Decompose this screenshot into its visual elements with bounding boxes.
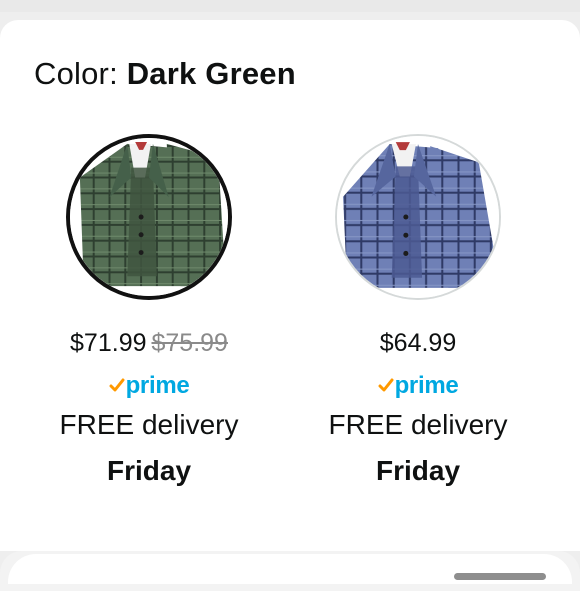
prime-badge: prime <box>378 371 459 401</box>
color-option-dark-green[interactable]: $71.99 $75.99 prime FREE delivery Friday <box>49 134 249 489</box>
color-option-blue[interactable]: $64.99 prime FREE delivery Friday <box>318 134 518 489</box>
color-label-row: Color: Dark Green <box>34 56 296 92</box>
color-swatch-dark-green[interactable] <box>66 134 232 300</box>
list-price: $75.99 <box>151 329 228 357</box>
current-price: $71.99 <box>70 329 147 357</box>
prime-label: prime <box>125 372 190 399</box>
delivery-day: Friday <box>375 455 461 486</box>
delivery-text: FREE delivery <box>59 409 239 440</box>
price-row: $64.99 <box>318 327 518 359</box>
delivery-text: FREE delivery <box>328 409 508 440</box>
prime-check-icon <box>109 378 125 392</box>
top-divider <box>0 0 580 12</box>
price-row: $71.99 $75.99 <box>49 327 249 359</box>
current-price: $64.99 <box>379 329 457 357</box>
delivery-day: Friday <box>106 455 192 486</box>
scroll-indicator[interactable] <box>454 573 546 580</box>
prime-check-icon <box>378 378 394 392</box>
variation-card: Color: Dark Green $71.99 $75.99 prime FR… <box>0 20 580 551</box>
suit-image-green <box>70 138 228 296</box>
prime-label: prime <box>394 372 459 399</box>
prime-badge: prime <box>109 371 190 401</box>
suit-image-blue <box>337 136 499 298</box>
selected-color-value: Dark Green <box>126 56 296 91</box>
color-label: Color: <box>34 56 127 91</box>
color-swatch-blue[interactable] <box>335 134 501 300</box>
